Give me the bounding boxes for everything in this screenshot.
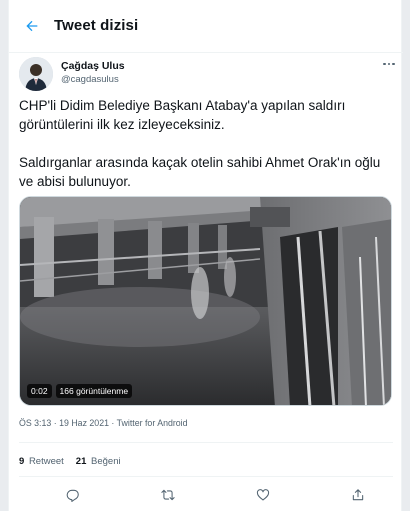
avatar[interactable] bbox=[19, 57, 53, 91]
video-player[interactable]: 0:02 166 görüntülenme bbox=[19, 196, 392, 406]
video-duration: 0:02 bbox=[27, 384, 52, 398]
more-dot bbox=[387, 62, 391, 66]
tweet-paragraph: CHP'li Didim Belediye Başkanı Atabay'a y… bbox=[19, 98, 346, 132]
video-frame bbox=[20, 197, 391, 405]
more-options-button[interactable] bbox=[381, 58, 397, 70]
more-dot bbox=[392, 62, 395, 66]
avatar-image bbox=[19, 57, 53, 91]
author-name[interactable]: Çağdaş Ulus bbox=[61, 60, 125, 72]
tweet-text: CHP'li Didim Belediye Başkanı Atabay'a y… bbox=[19, 96, 391, 210]
tweet-paragraph: Saldırganlar arasında kaçak otelin sahib… bbox=[19, 155, 381, 189]
reply-button[interactable] bbox=[62, 484, 84, 506]
tweet-meta[interactable]: ÖS 3:13 · 19 Haz 2021 · Twitter for Andr… bbox=[19, 418, 188, 428]
divider bbox=[19, 476, 393, 477]
author-handle[interactable]: @cagdasulus bbox=[61, 74, 119, 85]
like-icon bbox=[256, 489, 270, 501]
retweets-count: 9 bbox=[19, 456, 25, 467]
likes-count: 21 bbox=[75, 456, 87, 467]
retweet-icon bbox=[161, 489, 175, 501]
like-button[interactable] bbox=[252, 484, 274, 506]
share-icon bbox=[352, 489, 364, 501]
more-horizontal-icon bbox=[383, 62, 386, 66]
arrow-left-icon bbox=[26, 20, 38, 32]
back-button[interactable] bbox=[19, 13, 45, 39]
header: Tweet dizisi bbox=[9, 0, 403, 53]
page-title: Tweet dizisi bbox=[54, 17, 139, 34]
retweet-button[interactable] bbox=[157, 484, 179, 506]
video-badges: 0:02 166 görüntülenme bbox=[27, 384, 133, 398]
reply-icon bbox=[66, 489, 79, 502]
retweets-stat[interactable]: 9 Retweet bbox=[19, 456, 64, 467]
retweets-label: Retweet bbox=[28, 456, 64, 467]
likes-label: Beğeni bbox=[91, 456, 121, 467]
action-bar bbox=[9, 484, 403, 506]
share-button[interactable] bbox=[347, 484, 369, 506]
likes-stat[interactable]: 21 Beğeni bbox=[76, 456, 121, 467]
tweet-thread-panel: Tweet dizisi Çağdaş Ulus @cagdasulus CHP… bbox=[8, 0, 403, 511]
tweet-stats: 9 Retweet 21 Beğeni bbox=[19, 456, 121, 467]
video-views: 166 görüntülenme bbox=[55, 384, 133, 398]
divider bbox=[19, 442, 393, 443]
